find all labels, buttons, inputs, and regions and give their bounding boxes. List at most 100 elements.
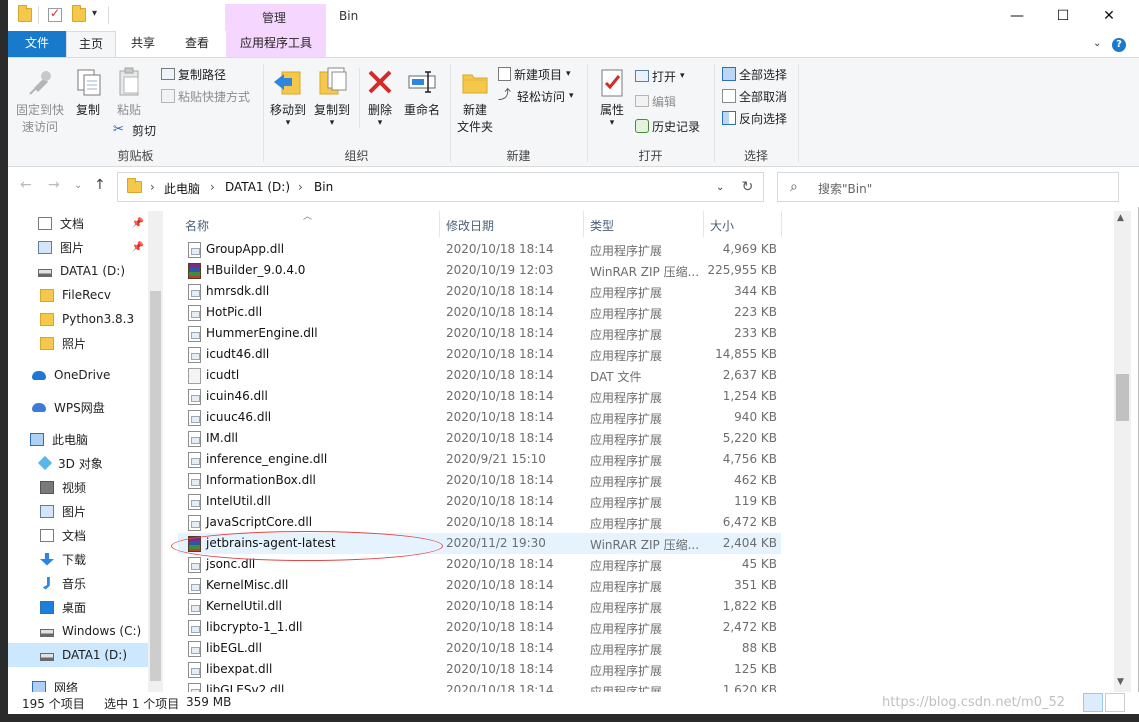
table-row[interactable]: icuuc46.dll 2020/10/18 18:14 应用程序扩展 940 KB bbox=[178, 407, 781, 428]
new-item-button[interactable]: 新建项目 ▾ bbox=[498, 64, 571, 84]
scroll-up-icon[interactable]: ▲ bbox=[1117, 213, 1124, 223]
nav-item[interactable]: FileRecv bbox=[8, 283, 148, 307]
nav-item[interactable]: 视频 bbox=[8, 475, 148, 499]
table-row[interactable]: icudtl 2020/10/18 18:14 DAT 文件 2,637 KB bbox=[178, 365, 781, 386]
table-row[interactable]: JavaScriptCore.dll 2020/10/18 18:14 应用程序扩展… bbox=[178, 512, 781, 533]
new-folder-button[interactable]: 新建 文件夹 bbox=[454, 66, 496, 136]
divider[interactable] bbox=[439, 211, 440, 237]
nav-item[interactable]: 网络 bbox=[8, 675, 148, 692]
table-row[interactable]: InformationBox.dll 2020/10/18 18:14 应用程序扩展… bbox=[178, 470, 781, 491]
breadcrumb-this-pc[interactable]: 此电脑 bbox=[164, 180, 200, 197]
details-view-icon[interactable] bbox=[1083, 693, 1103, 712]
column-size[interactable]: 大小 bbox=[710, 217, 734, 234]
close-button[interactable]: ✕ bbox=[1086, 0, 1132, 31]
table-row[interactable]: icuin46.dll 2020/10/18 18:14 应用程序扩展 1,254 K… bbox=[178, 386, 781, 407]
table-row[interactable]: libexpat.dll 2020/10/18 18:14 应用程序扩展 125 KB bbox=[178, 659, 781, 680]
divider[interactable] bbox=[781, 211, 782, 237]
move-to-button[interactable]: 移动到 ▾ bbox=[266, 66, 310, 128]
properties-quick-icon[interactable] bbox=[48, 6, 62, 22]
breadcrumb-separator-icon[interactable]: › bbox=[150, 180, 155, 194]
help-icon[interactable]: ? bbox=[1112, 38, 1126, 52]
table-row[interactable]: HummerEngine.dll 2020/10/18 18:14 应用程序扩展 23… bbox=[178, 323, 781, 344]
properties-button[interactable]: 属性 ▾ bbox=[592, 66, 632, 128]
nav-item[interactable]: 下载 bbox=[8, 547, 148, 571]
nav-item[interactable]: 桌面 bbox=[8, 595, 148, 619]
table-row[interactable]: HBuilder_9.0.4.0 2020/10/19 12:03 WinRAR Z… bbox=[178, 260, 781, 281]
nav-item[interactable]: 图片 bbox=[8, 499, 148, 523]
scroll-thumb[interactable] bbox=[150, 291, 161, 681]
address-bar[interactable]: › 此电脑 › DATA1 (D:) › Bin ⌄ bbox=[117, 172, 764, 202]
edit-button[interactable]: 编辑 bbox=[635, 91, 676, 111]
table-row[interactable]: icudt46.dll 2020/10/18 18:14 应用程序扩展 14,855 … bbox=[178, 344, 781, 365]
easy-access-button[interactable]: ⤴ 轻松访问 ▾ bbox=[498, 86, 574, 106]
breadcrumb-separator-icon[interactable]: › bbox=[210, 180, 215, 194]
copy-path-button[interactable]: 复制路径 bbox=[161, 64, 226, 84]
nav-item[interactable]: 照片 bbox=[8, 331, 148, 355]
large-icons-view-icon[interactable] bbox=[1105, 693, 1125, 712]
breadcrumb-bin[interactable]: Bin bbox=[314, 180, 333, 194]
maximize-button[interactable]: ☐ bbox=[1040, 0, 1086, 31]
history-button[interactable]: 历史记录 bbox=[635, 116, 700, 136]
file-list-scrollbar[interactable]: ▲ ▼ bbox=[1114, 211, 1131, 692]
table-row[interactable]: HotPic.dll 2020/10/18 18:14 应用程序扩展 223 KB bbox=[178, 302, 781, 323]
scroll-thumb[interactable] bbox=[1116, 374, 1129, 421]
table-row[interactable]: KernelMisc.dll 2020/10/18 18:14 应用程序扩展 351 … bbox=[178, 575, 781, 596]
nav-item[interactable]: 3D 对象 bbox=[8, 451, 148, 475]
tab-home[interactable]: 主页 bbox=[66, 31, 116, 57]
minimize-button[interactable]: — bbox=[994, 0, 1040, 31]
folder-icon[interactable] bbox=[18, 5, 32, 22]
breadcrumb-data1[interactable]: DATA1 (D:) bbox=[225, 180, 290, 194]
table-row[interactable]: IntelUtil.dll 2020/10/18 18:14 应用程序扩展 119 K… bbox=[178, 491, 781, 512]
column-date[interactable]: 修改日期 bbox=[446, 217, 494, 234]
address-dropdown-icon[interactable]: ⌄ bbox=[716, 182, 724, 193]
table-row[interactable]: libGLESv2.dll 2020/10/18 18:14 应用程序扩展 1,620… bbox=[178, 680, 781, 692]
select-all-button[interactable]: 全部选择 bbox=[722, 64, 787, 84]
customize-quick-access-icon[interactable]: ▾ bbox=[92, 8, 97, 19]
tab-view[interactable]: 查看 bbox=[172, 31, 222, 57]
select-none-button[interactable]: 全部取消 bbox=[722, 86, 787, 106]
table-row[interactable]: GroupApp.dll 2020/10/18 18:14 应用程序扩展 4,969 … bbox=[178, 239, 781, 260]
up-arrow-icon[interactable]: ↑ bbox=[94, 177, 106, 193]
delete-button[interactable]: 删除 ▾ bbox=[363, 66, 397, 128]
tab-file[interactable]: 文件 bbox=[8, 31, 66, 57]
recent-locations-icon[interactable]: ⌄ bbox=[74, 180, 82, 191]
collapse-ribbon-icon[interactable]: ⌄ bbox=[1093, 38, 1101, 49]
copy-button[interactable]: 复制 bbox=[68, 66, 108, 119]
refresh-button[interactable]: ↻ bbox=[732, 172, 764, 202]
open-button[interactable]: 打开 ▾ bbox=[635, 66, 685, 86]
divider[interactable] bbox=[583, 211, 584, 237]
table-row[interactable]: hmrsdk.dll 2020/10/18 18:14 应用程序扩展 344 KB bbox=[178, 281, 781, 302]
table-row[interactable]: IM.dll 2020/10/18 18:14 应用程序扩展 5,220 KB bbox=[178, 428, 781, 449]
invert-selection-button[interactable]: 反向选择 bbox=[722, 108, 787, 128]
divider[interactable] bbox=[703, 211, 704, 237]
table-row[interactable]: KernelUtil.dll 2020/10/18 18:14 应用程序扩展 1,82… bbox=[178, 596, 781, 617]
paste-button[interactable]: 粘贴 bbox=[108, 66, 150, 119]
nav-item[interactable]: 音乐 bbox=[8, 571, 148, 595]
nav-item[interactable]: DATA1 (D:) bbox=[8, 643, 148, 667]
rename-button[interactable]: 重命名 bbox=[400, 66, 444, 119]
nav-pane-scrollbar[interactable] bbox=[148, 211, 163, 692]
nav-item[interactable]: 图片 📌 bbox=[8, 235, 148, 259]
nav-item[interactable]: WPS网盘 bbox=[8, 395, 148, 419]
nav-item[interactable]: Python3.8.3 bbox=[8, 307, 148, 331]
table-row[interactable]: jetbrains-agent-latest 2020/11/2 19:30 Win… bbox=[178, 533, 781, 554]
paste-shortcut-button[interactable]: 粘贴快捷方式 bbox=[161, 86, 250, 106]
search-input[interactable]: ⌕ 搜索"Bin" bbox=[777, 172, 1119, 202]
copy-to-button[interactable]: 复制到 ▾ bbox=[310, 66, 354, 128]
pin-icon[interactable]: 📌 bbox=[132, 242, 144, 253]
nav-item[interactable]: 文档 📌 bbox=[8, 211, 148, 235]
column-name[interactable]: 名称 bbox=[185, 217, 209, 234]
tab-application-tools[interactable]: 应用程序工具 bbox=[226, 31, 326, 57]
nav-item[interactable]: Windows (C:) bbox=[8, 619, 148, 643]
back-arrow-icon[interactable]: ← bbox=[20, 177, 32, 193]
column-type[interactable]: 类型 bbox=[590, 217, 614, 234]
table-row[interactable]: inference_engine.dll 2020/9/21 15:10 应用程序扩… bbox=[178, 449, 781, 470]
scroll-down-icon[interactable]: ▼ bbox=[1117, 677, 1124, 687]
pin-to-quick-access-button[interactable]: 固定到快 速访问 bbox=[12, 66, 68, 136]
tab-share[interactable]: 共享 bbox=[118, 31, 168, 57]
table-row[interactable]: jsonc.dll 2020/10/18 18:14 应用程序扩展 45 KB bbox=[178, 554, 781, 575]
breadcrumb-separator-icon[interactable]: › bbox=[298, 180, 303, 194]
nav-item[interactable]: OneDrive bbox=[8, 363, 148, 387]
new-folder-quick-icon[interactable] bbox=[72, 5, 86, 22]
nav-item[interactable]: DATA1 (D:) bbox=[8, 259, 148, 283]
